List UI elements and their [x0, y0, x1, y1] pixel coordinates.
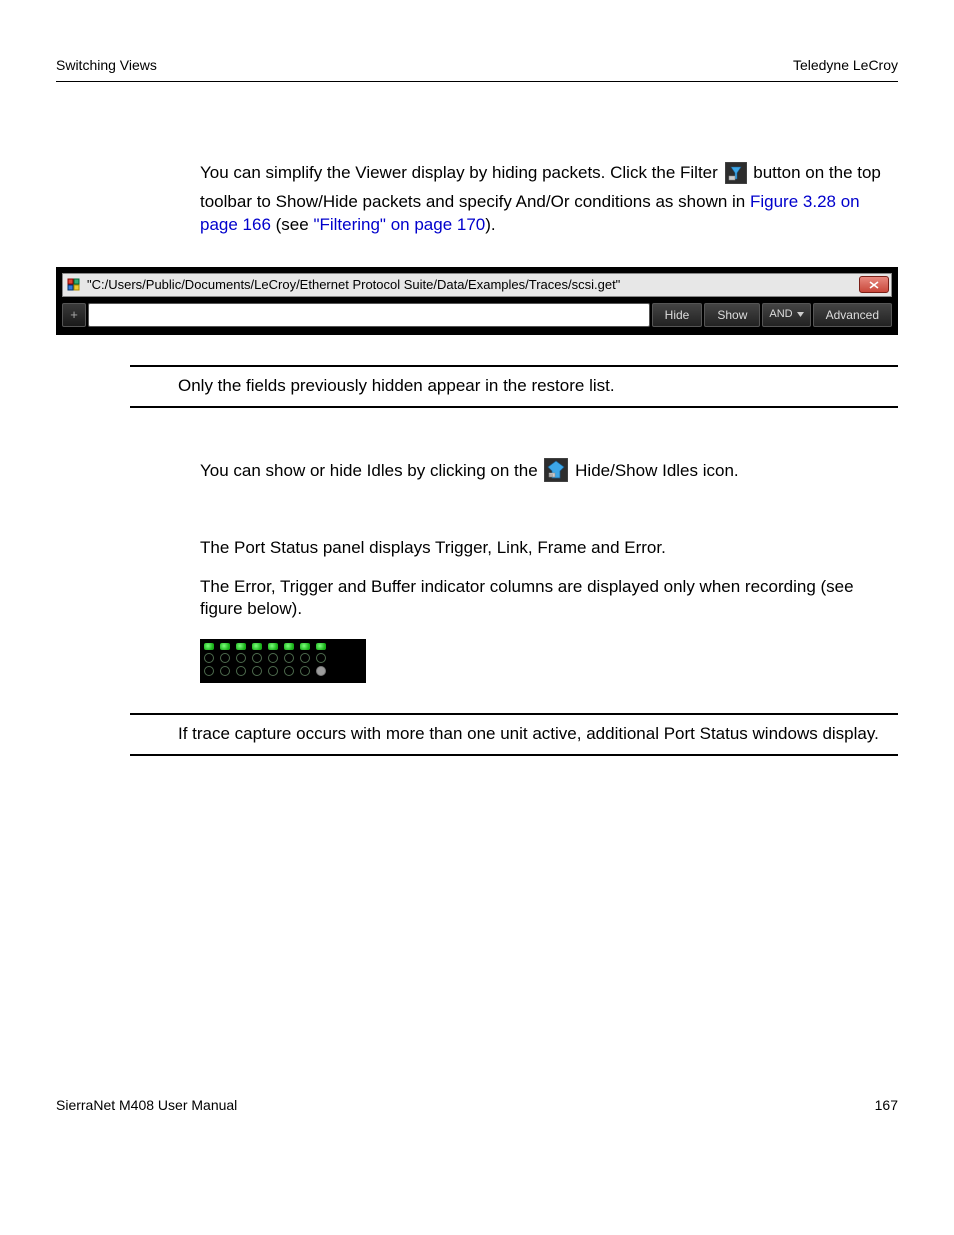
filter-toolbar-screenshot: "C:/Users/Public/Documents/LeCroy/Ethern…: [56, 267, 898, 335]
status-led-green: [300, 643, 310, 650]
port-status-row-empty: [204, 653, 362, 663]
status-led-off: [252, 666, 262, 676]
status-led-off: [268, 666, 278, 676]
hide-show-idles-icon: [544, 458, 568, 489]
paragraph-port-status: The Port Status panel displays Trigger, …: [200, 537, 898, 560]
advanced-button[interactable]: Advanced: [813, 303, 892, 327]
text: You can simplify the Viewer display by h…: [200, 163, 723, 182]
and-dropdown[interactable]: AND: [762, 303, 810, 327]
header-left: Switching Views: [56, 56, 157, 75]
status-led-green: [220, 643, 230, 650]
status-led-green: [284, 643, 294, 650]
status-led-off: [236, 653, 246, 663]
status-led-off: [284, 666, 294, 676]
paragraph-idles: You can show or hide Idles by clicking o…: [200, 458, 898, 489]
filter-input[interactable]: [88, 303, 650, 327]
page-footer: SierraNet M408 User Manual 167: [56, 1096, 898, 1115]
status-led-off: [220, 666, 230, 676]
chevron-down-icon: [797, 312, 804, 317]
page-header: Switching Views Teledyne LeCroy: [56, 56, 898, 82]
text: Hide/Show Idles icon.: [575, 461, 738, 480]
note-restore-list: Only the fields previously hidden appear…: [130, 365, 898, 408]
port-status-row-empty: [204, 666, 362, 676]
status-led-green: [236, 643, 246, 650]
text: You can show or hide Idles by clicking o…: [200, 461, 542, 480]
status-led-off: [284, 653, 294, 663]
close-button[interactable]: [859, 276, 889, 293]
status-led-off: [220, 653, 230, 663]
status-led-green: [204, 643, 214, 650]
paragraph-filter-intro: You can simplify the Viewer display by h…: [200, 162, 898, 237]
add-filter-button[interactable]: +: [62, 303, 86, 327]
status-led-off: [300, 666, 310, 676]
link-filtering-page170[interactable]: "Filtering" on page 170: [313, 215, 485, 234]
filter-toolbar: + Hide Show AND Advanced: [62, 303, 892, 327]
status-led-off: [204, 666, 214, 676]
header-right: Teledyne LeCroy: [793, 56, 898, 75]
footer-left: SierraNet M408 User Manual: [56, 1096, 237, 1115]
status-led-off: [252, 653, 262, 663]
status-led-grey: [316, 666, 326, 676]
status-led-off: [316, 653, 326, 663]
status-led-off: [268, 653, 278, 663]
plus-icon: +: [70, 306, 78, 324]
note-text: Only the fields previously hidden appear…: [178, 375, 898, 398]
status-led-off: [236, 666, 246, 676]
and-label: AND: [769, 307, 792, 322]
hide-button[interactable]: Hide: [652, 303, 703, 327]
footer-page-number: 167: [875, 1096, 898, 1115]
file-path: "C:/Users/Public/Documents/LeCroy/Ethern…: [87, 276, 859, 294]
text: ).: [485, 215, 495, 234]
status-led-green: [268, 643, 278, 650]
status-led-off: [204, 653, 214, 663]
note-multiple-units: If trace capture occurs with more than o…: [130, 713, 898, 756]
app-icon: [67, 278, 81, 292]
filter-icon: [725, 162, 747, 191]
status-led-off: [300, 653, 310, 663]
paragraph-error-trigger: The Error, Trigger and Buffer indicator …: [200, 576, 898, 622]
text: (see: [271, 215, 314, 234]
status-led-green: [252, 643, 262, 650]
show-button[interactable]: Show: [704, 303, 760, 327]
window-titlebar: "C:/Users/Public/Documents/LeCroy/Ethern…: [62, 273, 892, 297]
port-status-figure: [200, 639, 366, 683]
note-text: If trace capture occurs with more than o…: [178, 723, 898, 746]
port-status-row-green: [204, 643, 362, 650]
status-led-green: [316, 643, 326, 650]
